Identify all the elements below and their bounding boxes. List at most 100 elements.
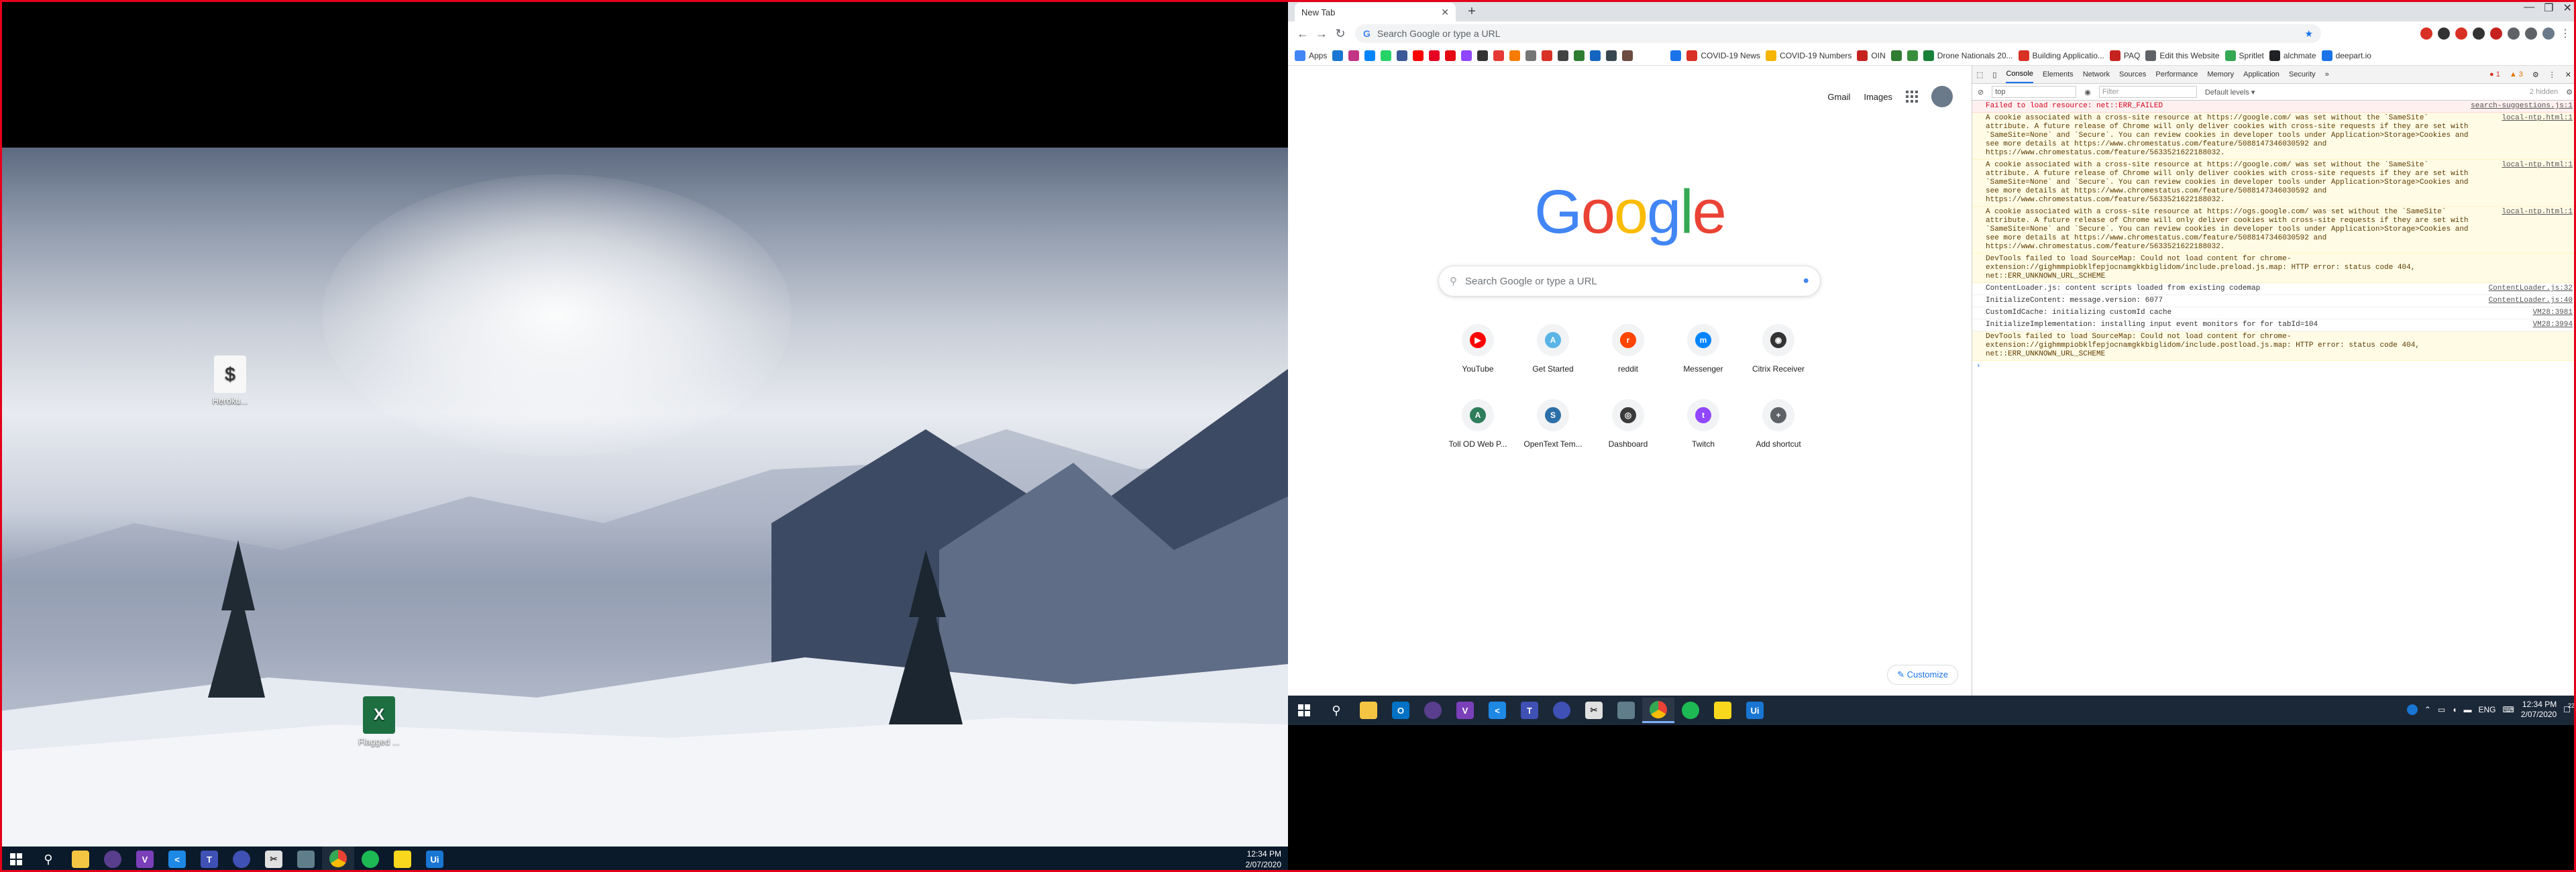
ntp-search-box[interactable]: ⚲ Search Google or type a URL ● bbox=[1438, 266, 1821, 296]
taskbar-snip[interactable]: ✂ bbox=[1578, 698, 1610, 723]
network-icon[interactable]: ▭ bbox=[2438, 705, 2445, 714]
console-source-link[interactable]: local-ntp.html:1 bbox=[2502, 114, 2573, 123]
console-source-link[interactable]: local-ntp.html:1 bbox=[2502, 208, 2573, 217]
google-apps-icon[interactable] bbox=[1906, 91, 1918, 103]
bookmark-covid-numbers[interactable]: COVID-19 Numbers bbox=[1766, 50, 1851, 61]
shortcut-tile[interactable]: A Get Started bbox=[1515, 324, 1591, 374]
taskbar-vscode[interactable]: < bbox=[1481, 698, 1513, 723]
battery-icon[interactable]: ▬ bbox=[2464, 705, 2472, 714]
bookmark-paq[interactable]: PAQ bbox=[2109, 50, 2140, 61]
log-levels-dropdown[interactable]: Default levels ▾ bbox=[2205, 88, 2255, 97]
customize-button[interactable]: ✎ Customize bbox=[1887, 665, 1958, 685]
maximize-icon[interactable]: ❐ bbox=[2544, 1, 2553, 15]
taskbar-uipath[interactable]: Ui bbox=[1739, 698, 1771, 723]
close-tab-icon[interactable]: ✕ bbox=[1441, 7, 1449, 18]
bookmark-favicon[interactable] bbox=[1622, 50, 1633, 61]
taskbar-capture[interactable] bbox=[1610, 698, 1642, 723]
back-icon[interactable]: ← bbox=[1293, 27, 1312, 41]
taskbar-chrome[interactable] bbox=[1642, 698, 1674, 723]
shortcut-tile[interactable]: ◎ Dashboard bbox=[1591, 399, 1666, 449]
console-source-link[interactable]: search-suggestions.js:1 bbox=[2471, 102, 2573, 111]
forward-icon[interactable]: → bbox=[1312, 27, 1331, 41]
account-avatar[interactable] bbox=[1931, 86, 1953, 107]
bookmark-favicon[interactable] bbox=[1381, 50, 1392, 61]
devtools-menu-icon[interactable]: ⋮ bbox=[2548, 70, 2556, 79]
tab-new-tab[interactable]: New Tab ✕ bbox=[1295, 3, 1456, 21]
bookmark-favicon[interactable] bbox=[1574, 50, 1585, 61]
bookmark-favicon[interactable] bbox=[1348, 50, 1360, 61]
console-source-link[interactable]: ContentLoader.js:40 bbox=[2489, 296, 2573, 305]
eye-icon[interactable]: ◉ bbox=[2084, 88, 2091, 97]
bookmark-favicon[interactable] bbox=[1477, 50, 1489, 61]
taskbar-spotify[interactable] bbox=[354, 847, 386, 872]
taskbar-file-explorer[interactable] bbox=[64, 847, 97, 872]
tab-security[interactable]: Security bbox=[2289, 70, 2316, 78]
shortcut-tile[interactable]: r reddit bbox=[1591, 324, 1666, 374]
bookmark-apps[interactable]: Apps bbox=[1295, 50, 1327, 61]
bookmark-deepart[interactable]: deepart.io bbox=[2321, 50, 2371, 61]
shortcut-tile[interactable]: ◉ Citrix Receiver bbox=[1741, 324, 1816, 374]
bookmark-favicon[interactable] bbox=[1907, 50, 1918, 61]
shortcut-tile[interactable]: A Toll OD Web P... bbox=[1440, 399, 1515, 449]
tab-console[interactable]: Console bbox=[2006, 66, 2033, 83]
taskbar-capture[interactable] bbox=[290, 847, 322, 872]
extension-icon[interactable] bbox=[2473, 28, 2485, 40]
notification-icon[interactable]: ☐ 22 bbox=[2563, 702, 2575, 714]
close-devtools-icon[interactable]: ✕ bbox=[2565, 70, 2571, 79]
taskbar-hub[interactable] bbox=[1546, 698, 1578, 723]
bookmark-favicon[interactable] bbox=[1525, 50, 1537, 61]
bookmark-favicon[interactable] bbox=[1493, 50, 1505, 61]
desktop-icon-flagged[interactable]: X Flagged ... bbox=[349, 696, 409, 747]
shortcut-tile[interactable]: S OpenText Tem... bbox=[1515, 399, 1591, 449]
taskbar-obs[interactable] bbox=[97, 847, 129, 872]
desktop-icon-heroku[interactable]: $ Heroku... bbox=[200, 356, 260, 406]
extension-icon[interactable] bbox=[2455, 28, 2467, 40]
bookmark-favicon[interactable] bbox=[1445, 50, 1456, 61]
error-count-badge[interactable]: ● 1 bbox=[2489, 70, 2500, 78]
microphone-icon[interactable]: ● bbox=[1803, 275, 1809, 287]
clear-console-icon[interactable]: ⊘ bbox=[1978, 88, 1984, 97]
taskbar-uipath[interactable]: Ui bbox=[419, 847, 451, 872]
tab-elements[interactable]: Elements bbox=[2043, 70, 2074, 78]
taskbar-visual-studio[interactable]: V bbox=[129, 847, 161, 872]
bookmark-favicon[interactable] bbox=[1461, 50, 1472, 61]
tab-application[interactable]: Application bbox=[2243, 70, 2279, 78]
inspect-icon[interactable]: ⬚ bbox=[1976, 70, 1983, 79]
volume-icon[interactable]: ◖ bbox=[2452, 705, 2457, 714]
tab-network[interactable]: Network bbox=[2083, 70, 2110, 78]
filter-input[interactable]: Filter bbox=[2098, 86, 2197, 98]
settings-gear-icon[interactable]: ⚙ bbox=[2532, 70, 2539, 79]
extension-icon[interactable] bbox=[2508, 28, 2520, 40]
bookmark-covid-news[interactable]: COVID-19 News bbox=[1686, 50, 1760, 61]
puzzle-icon[interactable] bbox=[2525, 28, 2537, 40]
console-source-link[interactable]: local-ntp.html:1 bbox=[2502, 161, 2573, 170]
extension-icon[interactable] bbox=[2438, 28, 2450, 40]
context-selector[interactable]: top bbox=[1992, 86, 2077, 98]
taskbar-teams[interactable]: T bbox=[1513, 698, 1546, 723]
minimize-icon[interactable]: — bbox=[2524, 1, 2534, 15]
right-clock[interactable]: 12:34 PM 2/07/2020 bbox=[2521, 700, 2557, 720]
bookmark-favicon[interactable] bbox=[1542, 50, 1553, 61]
left-clock[interactable]: 12:34 PM 2/07/2020 bbox=[1246, 849, 1281, 870]
search-button[interactable]: ⚲ bbox=[1320, 698, 1352, 723]
shortcut-tile[interactable]: + Add shortcut bbox=[1741, 399, 1816, 449]
bookmark-favicon[interactable] bbox=[1364, 50, 1376, 61]
console-source-link[interactable]: VM28:3981 bbox=[2533, 309, 2573, 317]
taskbar-snip[interactable]: ✂ bbox=[258, 847, 290, 872]
reload-icon[interactable]: ↻ bbox=[1331, 27, 1350, 41]
omnibox[interactable]: G Search Google or type a URL ★ bbox=[1355, 24, 2321, 43]
taskbar-visual-studio[interactable]: V bbox=[1449, 698, 1481, 723]
console-settings-icon[interactable]: ⚙ bbox=[2566, 88, 2573, 97]
taskbar-outlook[interactable]: O bbox=[1385, 698, 1417, 723]
keyboard-icon[interactable]: ⌨ bbox=[2503, 705, 2514, 714]
bookmark-favicon[interactable] bbox=[1590, 50, 1601, 61]
taskbar-chrome[interactable] bbox=[322, 847, 354, 872]
search-button[interactable]: ⚲ bbox=[32, 847, 64, 872]
console-prompt[interactable]: › bbox=[1972, 361, 2576, 372]
star-icon[interactable]: ★ bbox=[2304, 28, 2313, 40]
shortcut-tile[interactable]: t Twitch bbox=[1666, 399, 1741, 449]
bookmark-favicon[interactable] bbox=[1413, 50, 1424, 61]
extension-icon[interactable] bbox=[2490, 28, 2502, 40]
images-link[interactable]: Images bbox=[1864, 92, 1892, 102]
bookmark-favicon[interactable] bbox=[1429, 50, 1440, 61]
